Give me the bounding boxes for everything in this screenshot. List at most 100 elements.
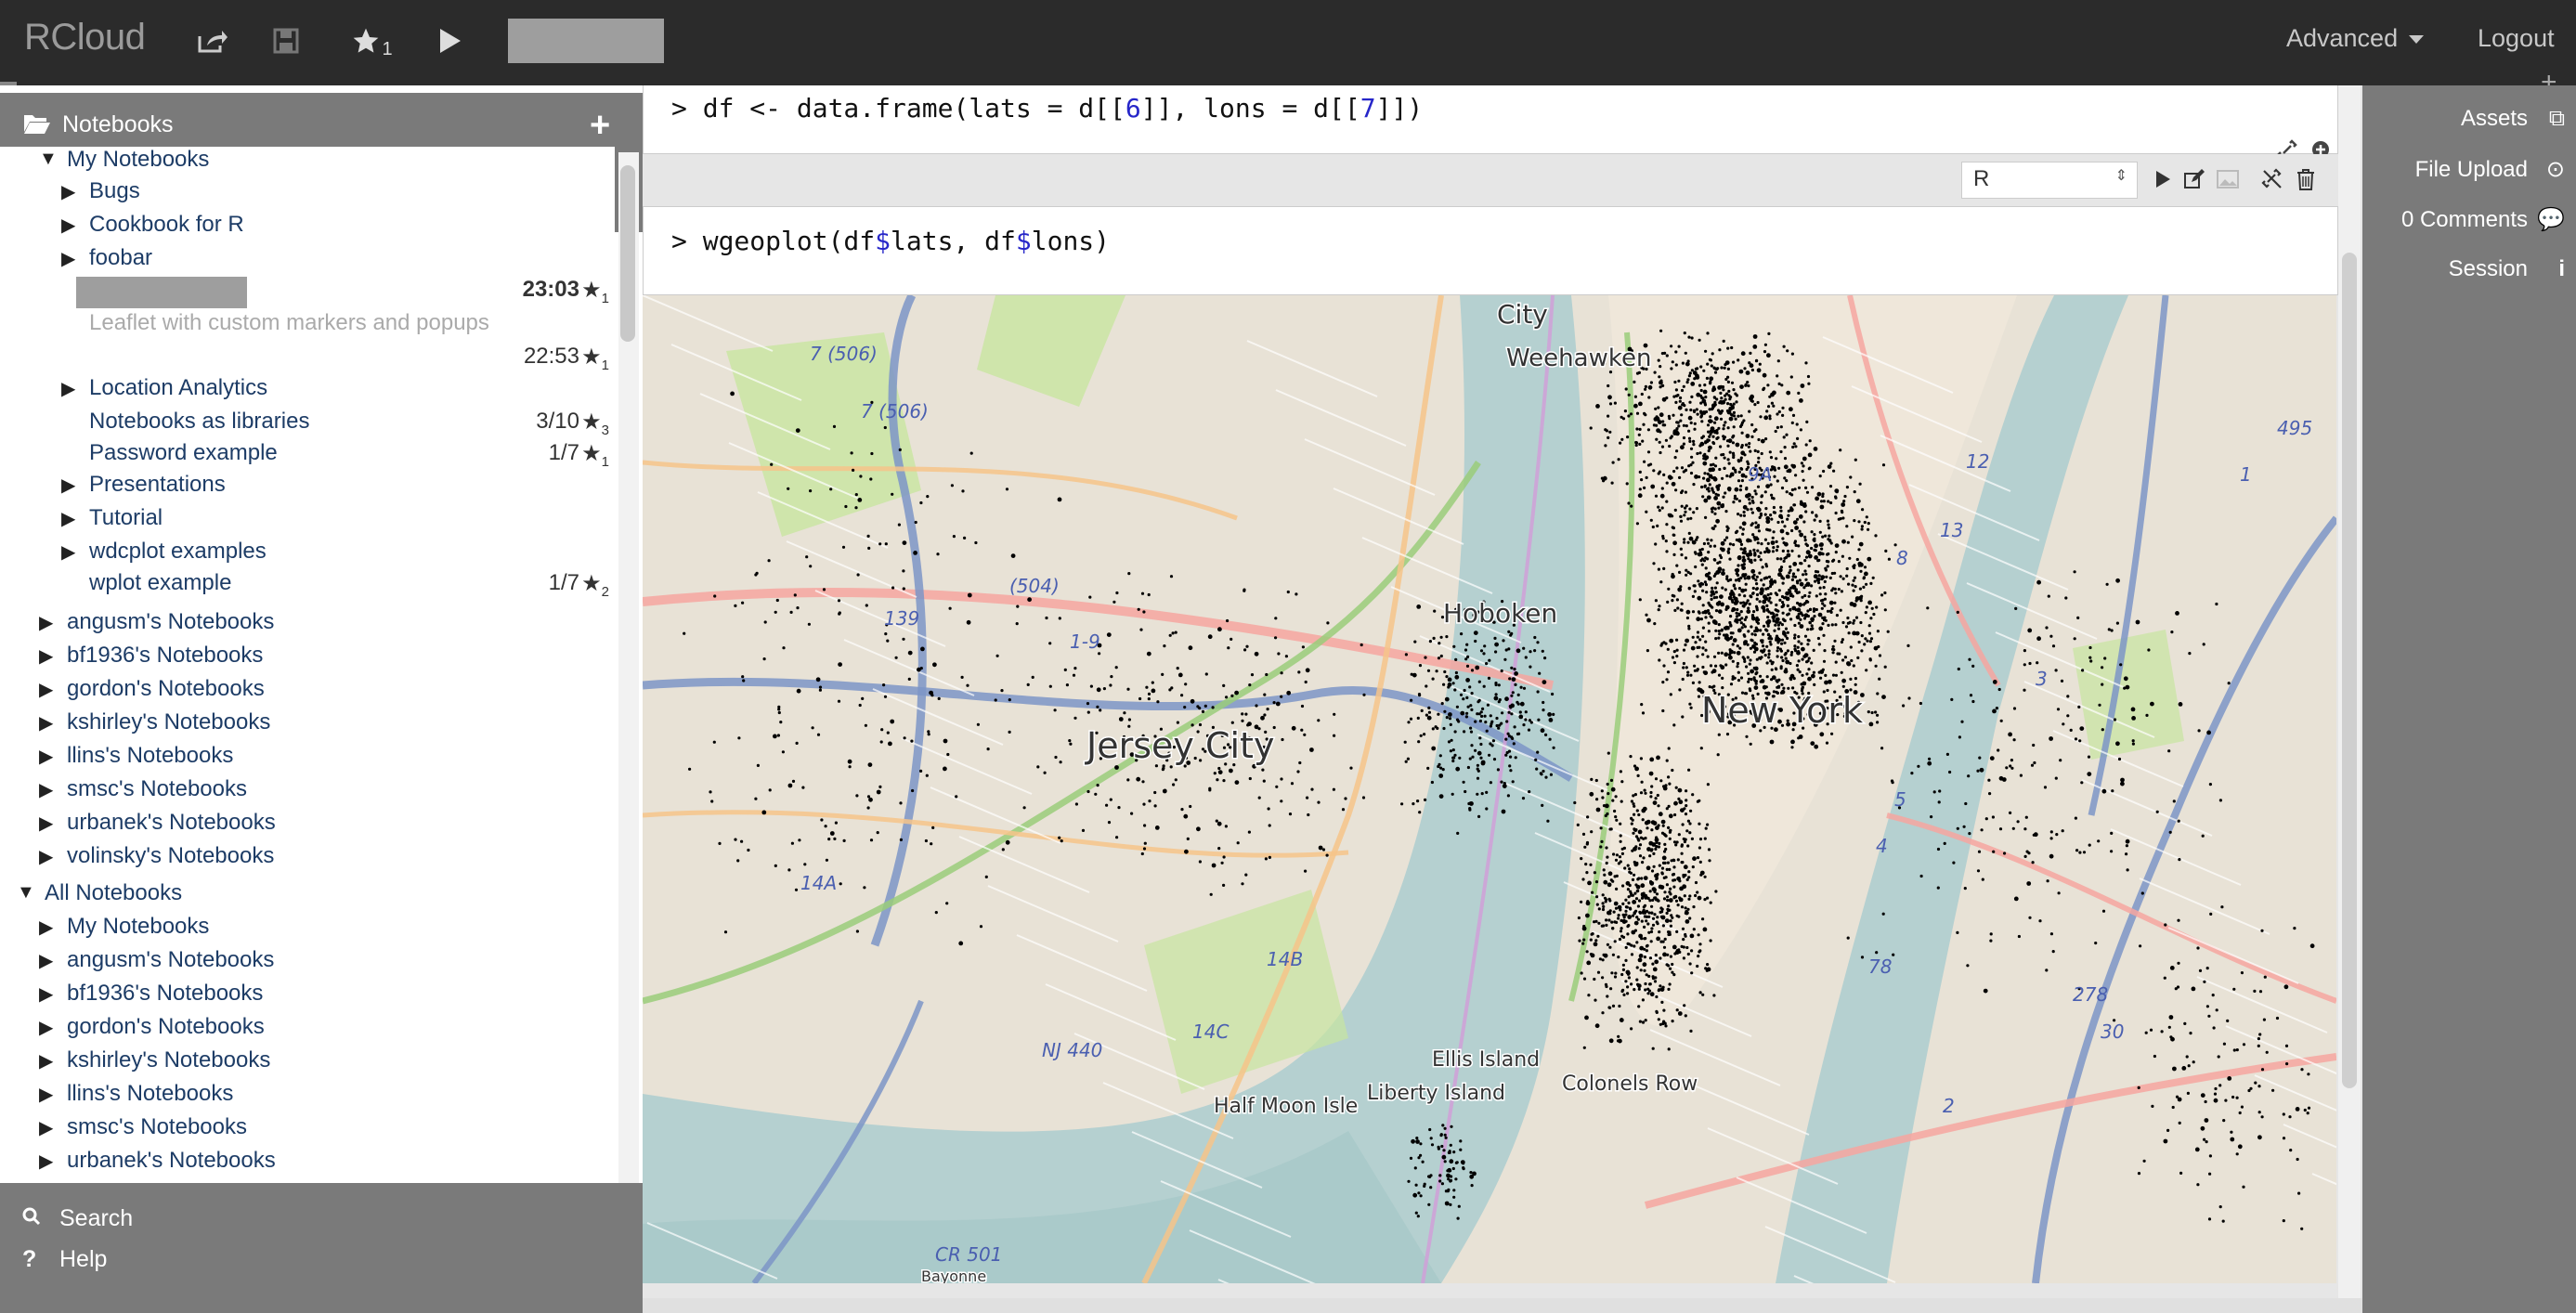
- code-cell-2[interactable]: > wgeoplot(df$lats, df$lons): [643, 206, 2338, 295]
- caret-right-icon[interactable]: ▶: [39, 1116, 53, 1139]
- tree-item[interactable]: Notebooks as libraries 3/10 ★3: [0, 409, 615, 440]
- plot-point: [1426, 715, 1432, 721]
- tree-item[interactable]: ▶ foobar: [0, 245, 615, 277]
- plot-point: [857, 498, 863, 502]
- caret-right-icon[interactable]: ▶: [39, 678, 53, 701]
- caret-right-icon[interactable]: ▶: [39, 778, 53, 801]
- caret-right-icon[interactable]: ▶: [61, 214, 75, 237]
- share-icon[interactable]: [189, 19, 234, 63]
- code-cell-1[interactable]: > df <- data.frame(lats = d[[6]], lons =…: [643, 85, 2338, 154]
- caret-right-icon[interactable]: ▶: [61, 180, 75, 203]
- caret-right-icon[interactable]: ▶: [39, 644, 53, 668]
- caret-right-icon[interactable]: ▶: [39, 1049, 53, 1072]
- caret-right-icon[interactable]: ▶: [39, 1083, 53, 1106]
- tree-item[interactable]: ▼ My Notebooks: [0, 147, 615, 178]
- tree-item[interactable]: ▶ smsc's Notebooks: [0, 1114, 615, 1146]
- tree-item[interactable]: ▶ urbanek's Notebooks: [0, 1148, 615, 1179]
- tree-item[interactable]: ▶ Tutorial: [0, 505, 615, 537]
- run-cell-icon[interactable]: [2149, 165, 2177, 193]
- star-icon[interactable]: ★1: [581, 344, 609, 373]
- logout-link[interactable]: Logout: [2478, 24, 2555, 53]
- caret-right-icon[interactable]: ▶: [39, 745, 53, 768]
- edit-cell-icon[interactable]: [2180, 165, 2208, 193]
- tree-item[interactable]: ▶ gordon's Notebooks: [0, 676, 615, 708]
- caret-right-icon[interactable]: ▶: [61, 474, 75, 497]
- search-panel-toggle[interactable]: Search: [22, 1205, 133, 1232]
- code-cell-2-text[interactable]: > wgeoplot(df$lats, df$lons): [671, 226, 1110, 256]
- caret-right-icon[interactable]: ▶: [39, 611, 53, 634]
- tree-item[interactable]: ▶ Cookbook for R: [0, 212, 615, 243]
- star-icon[interactable]: 1: [344, 19, 399, 63]
- star-icon[interactable]: ★1: [581, 277, 609, 306]
- tree-item[interactable]: ▶ llins's Notebooks: [0, 1081, 615, 1112]
- star-icon[interactable]: ★2: [581, 570, 609, 600]
- caret-right-icon[interactable]: ▶: [61, 247, 75, 270]
- tree-item[interactable]: wplot example 1/7 ★2: [0, 570, 615, 602]
- caret-right-icon[interactable]: ▶: [39, 916, 53, 939]
- tree-item[interactable]: ▶ kshirley's Notebooks: [0, 709, 615, 741]
- tree-item[interactable]: ▶ bf1936's Notebooks: [0, 643, 615, 674]
- tree-item[interactable]: ▶ My Notebooks: [0, 914, 615, 945]
- notebook-title-field[interactable]: [508, 19, 664, 63]
- comments-panel-toggle[interactable]: 0 Comments 💬: [2401, 206, 2565, 233]
- tree-item[interactable]: ▶ gordon's Notebooks: [0, 1014, 615, 1046]
- map-canvas[interactable]: CityWeehawkenHobokenJersey CityNew YorkE…: [643, 295, 2336, 1283]
- tree-item[interactable]: Password example 1/7 ★1: [0, 440, 615, 472]
- caret-right-icon[interactable]: ▶: [39, 982, 53, 1006]
- plot-point: [1810, 661, 1814, 665]
- tree-item[interactable]: Leaflet with custom markers and popups: [0, 310, 615, 342]
- tree-item[interactable]: ▼ All Notebooks: [0, 880, 615, 912]
- delete-cell-icon[interactable]: [2292, 165, 2320, 193]
- split-cell-icon[interactable]: [2258, 165, 2286, 193]
- caret-right-icon[interactable]: ▶: [39, 845, 53, 868]
- tree-item[interactable]: ▶ smsc's Notebooks: [0, 776, 615, 808]
- plot-point: [1696, 655, 1699, 658]
- plot-point: [1815, 514, 1818, 517]
- caret-down-icon[interactable]: ▼: [17, 882, 35, 904]
- save-icon[interactable]: [264, 19, 308, 63]
- file-upload-panel-toggle[interactable]: File Upload ⊙: [2415, 156, 2565, 183]
- tree-item[interactable]: 22:53 ★1: [0, 344, 615, 375]
- plot-point: [1785, 490, 1789, 494]
- run-icon[interactable]: [427, 19, 472, 63]
- caret-right-icon[interactable]: ▶: [39, 1016, 53, 1039]
- notebook-scroll-thumb[interactable]: [2342, 253, 2357, 1088]
- caret-right-icon[interactable]: ▶: [61, 540, 75, 564]
- tree-item[interactable]: ▶ llins's Notebooks: [0, 743, 615, 774]
- help-panel-toggle[interactable]: ? Help: [22, 1246, 107, 1273]
- language-select[interactable]: R ⇕: [1961, 162, 2138, 199]
- caret-right-icon[interactable]: ▶: [39, 711, 53, 734]
- tree-item[interactable]: ▶ kshirley's Notebooks: [0, 1047, 615, 1079]
- caret-right-icon[interactable]: ▶: [39, 1150, 53, 1173]
- caret-right-icon[interactable]: ▶: [39, 949, 53, 972]
- new-notebook-button[interactable]: +: [590, 108, 610, 143]
- tree-item[interactable]: ▶ Presentations: [0, 472, 615, 503]
- notebook-scrollbar[interactable]: [2338, 85, 2361, 1302]
- caret-down-icon[interactable]: ▼: [39, 149, 58, 170]
- code-cell-1-text[interactable]: > df <- data.frame(lats = d[[6]], lons =…: [671, 93, 1423, 124]
- session-panel-toggle[interactable]: Session i: [2449, 256, 2565, 282]
- caret-right-icon[interactable]: ▶: [39, 812, 53, 835]
- tree-item[interactable]: ▶ bf1936's Notebooks: [0, 981, 615, 1012]
- tree-item[interactable]: ▶ angusm's Notebooks: [0, 609, 615, 641]
- map-output[interactable]: City Weehawken Hoboken Jersey City New York E…: [643, 295, 2336, 1283]
- tree-scrollbar[interactable]: [618, 152, 639, 1183]
- tree-item[interactable]: ▶volinsky's Notebooks: [0, 843, 615, 875]
- tree-item[interactable]: ▶ urbanek's Notebooks: [0, 810, 615, 841]
- star-icon[interactable]: ★1: [581, 440, 609, 470]
- plot-point: [1822, 659, 1827, 663]
- star-icon[interactable]: ★3: [581, 409, 609, 438]
- app-brand[interactable]: RCloud: [24, 17, 146, 58]
- tree-item[interactable]: ▶ Bugs: [0, 178, 615, 210]
- tree-item[interactable]: 23:03 ★1: [0, 277, 615, 308]
- tree-scroll-thumb[interactable]: [620, 165, 635, 342]
- image-icon[interactable]: [2214, 165, 2242, 193]
- assets-panel-toggle[interactable]: Assets ⧉: [2461, 106, 2565, 132]
- tree-item[interactable]: ▶ wdcplot examples: [0, 539, 615, 570]
- tree-item[interactable]: ▶ angusm's Notebooks: [0, 947, 615, 979]
- tree-item[interactable]: ▶ Location Analytics: [0, 375, 615, 407]
- advanced-menu[interactable]: Advanced: [2286, 24, 2425, 53]
- caret-right-icon[interactable]: ▶: [61, 507, 75, 530]
- notebooks-header-title[interactable]: Notebooks: [62, 111, 174, 138]
- caret-right-icon[interactable]: ▶: [61, 377, 75, 400]
